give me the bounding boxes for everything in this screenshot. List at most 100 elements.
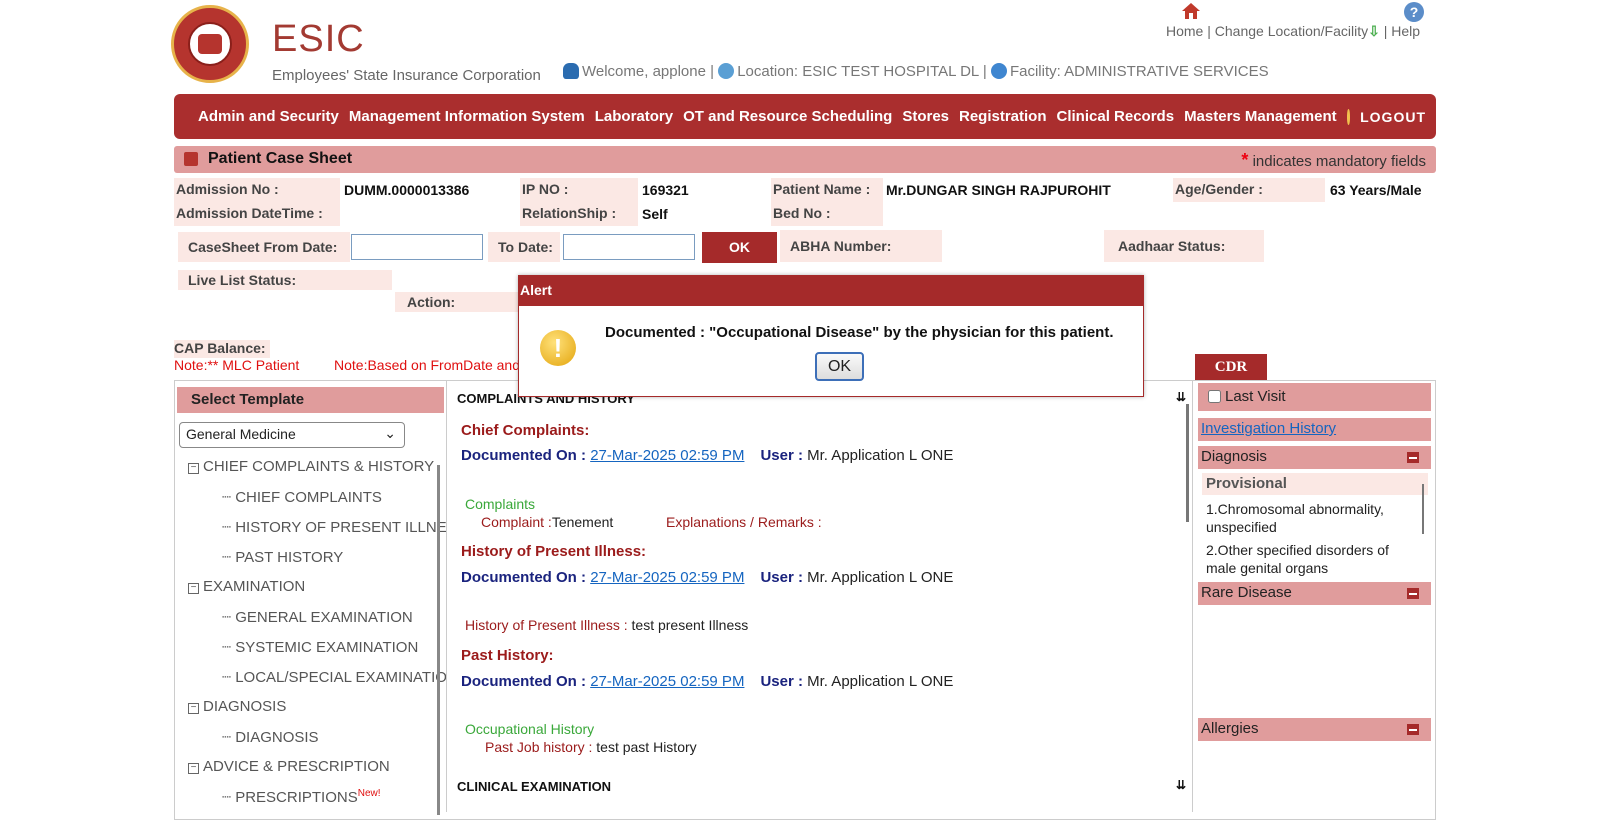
home-icon[interactable] [1181,2,1201,20]
cap-balance-label: CAP Balance: [174,340,270,358]
from-date-input[interactable] [351,234,483,260]
nav-item-clinical-records[interactable]: Clinical Records [1057,108,1175,125]
page-title-bar: Patient Case Sheet * indicates mandatory… [174,146,1436,173]
provisional-label: Provisional [1202,473,1428,495]
documented-date-link[interactable]: 27-Mar-2025 02:59 PM [590,569,744,586]
tree-group-advice[interactable]: − ADVICE & PRESCRIPTION [188,758,390,775]
collapse-chevron-icon[interactable]: ⇊ [1176,390,1186,404]
help-link[interactable]: Help [1391,23,1420,39]
investigation-history-bar: Investigation History [1198,418,1431,441]
alert-ok-button[interactable]: OK [815,352,864,381]
documented-line: Documented On : 27-Mar-2025 02:59 PM User… [461,569,954,586]
documented-line: Documented On : 27-Mar-2025 02:59 PM User… [461,447,954,464]
brand-subtitle: Employees' State Insurance Corporation [272,67,541,84]
alert-message: Documented : "Occupational Disease" by t… [605,324,1114,341]
tree-group-examination[interactable]: − EXAMINATION [188,578,305,595]
collapse-icon[interactable] [1407,724,1419,735]
collapse-icon[interactable]: − [188,463,199,474]
nav-item-mis[interactable]: Management Information System [349,108,585,125]
aadhaar-status-label: Aadhaar Status: [1104,230,1264,262]
hpi-heading: History of Present Illness: [461,543,647,560]
collapse-icon[interactable] [1407,588,1419,599]
to-date-label: To Date: [488,232,560,262]
tree-item-systemic-exam[interactable]: ┈ SYSTEMIC EXAMINATION [222,638,418,656]
relationship-label: RelationShip : [520,202,638,226]
complaints-heading: Complaints [465,496,536,512]
ip-no-value: 169321 [642,182,689,198]
new-badge: New! [357,788,381,799]
bed-no-label: Bed No : [771,202,883,226]
template-selected-value: General Medicine [186,426,296,442]
separator: | [1383,23,1388,39]
separator: | [1207,23,1211,39]
tree-item-hpi[interactable]: ┈ HISTORY OF PRESENT ILLNE [222,518,447,536]
action-label: Action: [395,292,525,312]
tree-group-chief-complaints[interactable]: − CHIEF COMPLAINTS & HISTORY [188,458,434,475]
complaint-row: Complaint :Tenement [481,514,614,530]
investigation-history-link[interactable]: Investigation History [1201,420,1336,437]
nav-item-masters[interactable]: Masters Management [1184,108,1337,125]
help-icon[interactable]: ? [1404,2,1424,22]
home-link[interactable]: Home [1166,23,1203,39]
facility-text: Facility: ADMINISTRATIVE SERVICES [1009,63,1269,80]
diagnosis-bar: Diagnosis [1198,446,1431,469]
collapse-chevron-icon[interactable]: ⇊ [1176,778,1186,792]
tree-item-local-exam[interactable]: ┈ LOCAL/SPECIAL EXAMINATIO [222,668,447,686]
last-visit-checkbox[interactable] [1208,390,1221,403]
tree-scrollbar[interactable] [437,465,440,815]
patient-name-value: Mr.DUNGAR SINGH RAJPUROHIT [886,182,1111,198]
tree-item-past-history[interactable]: ┈ PAST HISTORY [222,548,343,566]
admission-no-label: Admission No : [174,178,340,202]
content-scrollbar[interactable] [1186,404,1189,522]
diagnosis-item: 1.Chromosomal abnormality, unspecified [1206,501,1384,535]
collapse-icon[interactable]: − [188,763,199,774]
tree-item-diagnosis[interactable]: ┈ DIAGNOSIS [222,728,319,746]
tree-group-diagnosis[interactable]: − DIAGNOSIS [188,698,286,715]
explanations-label: Explanations / Remarks : [666,514,822,530]
globe-icon [718,63,735,79]
rare-disease-bar: Rare Disease [1198,582,1431,605]
age-gender-label: Age/Gender : [1173,178,1325,202]
tree-item-prescriptions[interactable]: ┈ PRESCRIPTIONSNew! [222,788,381,806]
nav-item-registration[interactable]: Registration [959,108,1047,125]
tree-item-chief-complaints[interactable]: ┈ CHIEF COMPLAINTS [222,488,382,506]
to-date-input[interactable] [563,234,695,260]
allergies-bar: Allergies [1198,718,1431,741]
age-gender-value: 63 Years/Male [1330,182,1422,198]
collapse-icon[interactable]: − [188,583,199,594]
occupational-history-heading: Occupational History [465,721,595,737]
nav-item-ot[interactable]: OT and Resource Scheduling [683,108,892,125]
live-list-status-label: Live List Status: [178,270,392,290]
change-location-link[interactable]: Change Location/Facility [1215,23,1368,39]
logout-button[interactable]: LOGOUT [1360,109,1426,125]
abha-number-label: ABHA Number: [780,230,942,262]
top-links: Home | Change Location/Facility⇩ | Help [1166,23,1420,40]
diagnosis-scrollbar[interactable] [1422,484,1424,534]
mandatory-note: * indicates mandatory fields [1241,150,1426,170]
documented-line: Documented On : 27-Mar-2025 02:59 PM User… [461,673,954,690]
cdr-tab[interactable]: CDR [1195,354,1267,380]
documented-date-link[interactable]: 27-Mar-2025 02:59 PM [590,447,744,464]
user-info-bar: Welcome, applone | Location: ESIC TEST H… [563,63,1269,80]
past-history-heading: Past History: [461,647,554,664]
allergies-label: Allergies [1201,720,1259,737]
collapse-icon[interactable]: − [188,703,199,714]
divider [1192,380,1193,812]
arrow-icon [184,152,198,166]
nav-item-laboratory[interactable]: Laboratory [595,108,673,125]
diagnosis-item: 2.Other specified disorders of male geni… [1206,542,1389,576]
fromdate-note: Note:Based on FromDate and [334,357,520,373]
last-visit-label: Last Visit [1225,388,1286,405]
nav-item-stores[interactable]: Stores [902,108,949,125]
documented-date-link[interactable]: 27-Mar-2025 02:59 PM [590,673,744,690]
template-dropdown[interactable]: General Medicine ⌄ [179,422,405,448]
past-job-row: Past Job history : test past History [485,739,697,755]
brand-title: ESIC [272,18,365,60]
ok-button[interactable]: OK [702,232,777,263]
rare-disease-label: Rare Disease [1201,584,1292,601]
ip-no-label: IP NO : [520,178,638,202]
nav-item-admin[interactable]: Admin and Security [198,108,339,125]
tree-item-general-exam[interactable]: ┈ GENERAL EXAMINATION [222,608,413,626]
mlc-note: Note:** MLC Patient [174,357,300,373]
collapse-icon[interactable] [1407,452,1419,463]
